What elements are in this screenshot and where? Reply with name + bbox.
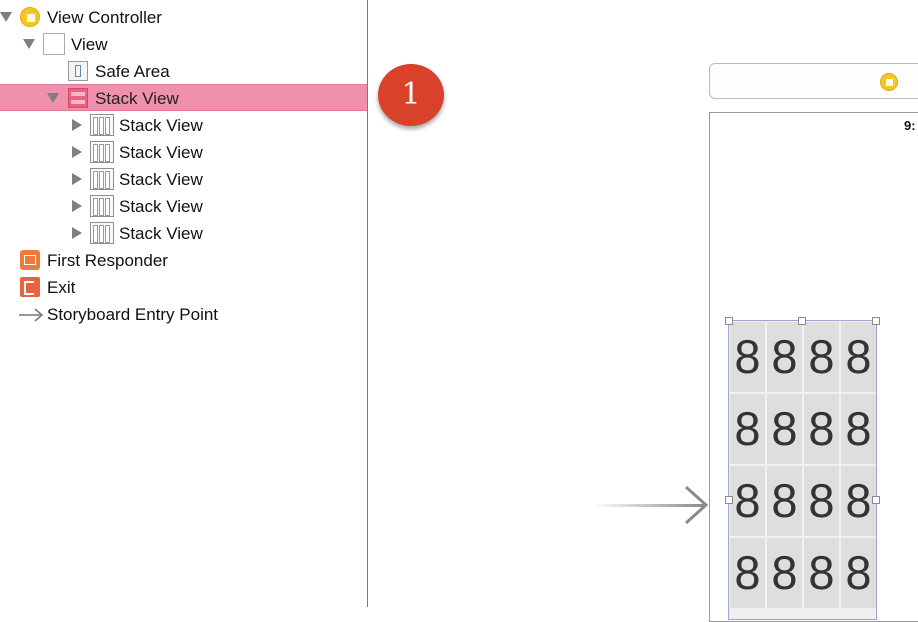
digit-label[interactable]: 8 xyxy=(804,394,839,464)
digit-label[interactable]: 8 xyxy=(767,322,802,392)
outline-row-stack-view-selected[interactable]: Stack View xyxy=(0,84,367,111)
digit-label[interactable]: 8 xyxy=(841,466,876,536)
resize-handle-top-center[interactable] xyxy=(798,317,806,325)
outline-row-stack-view[interactable]: Stack View xyxy=(0,193,367,220)
resize-handle-middle-left[interactable] xyxy=(725,496,733,504)
digit-label[interactable]: 8 xyxy=(730,322,765,392)
outline-item-label: Storyboard Entry Point xyxy=(47,305,219,324)
horizontal-stack-icon xyxy=(68,88,88,108)
digit-label[interactable]: 8 xyxy=(767,538,802,608)
outline-row-stack-view[interactable]: Stack View xyxy=(0,166,367,193)
resize-handle-top-right[interactable] xyxy=(872,317,880,325)
outline-item-label: Safe Area xyxy=(95,62,170,81)
disclosure-collapsed-icon[interactable] xyxy=(72,119,82,131)
vertical-stack-icon xyxy=(90,168,114,190)
outline-item-label: View Controller xyxy=(47,8,162,27)
exit-icon xyxy=(20,277,40,297)
vertical-stack-icon xyxy=(90,222,114,244)
outline-item-label: First Responder xyxy=(47,251,168,270)
safe-area-icon xyxy=(68,61,88,81)
first-responder-icon xyxy=(20,250,40,270)
resize-handle-top-left[interactable] xyxy=(725,317,733,325)
outline-item-label: Stack View xyxy=(119,197,203,216)
digit-label[interactable]: 8 xyxy=(841,322,876,392)
digit-label[interactable]: 8 xyxy=(804,466,839,536)
disclosure-collapsed-icon[interactable] xyxy=(72,146,82,158)
vertical-stack-icon xyxy=(90,114,114,136)
outline-item-label: Stack View xyxy=(119,143,203,162)
digit-label[interactable]: 8 xyxy=(730,394,765,464)
digit-label[interactable]: 8 xyxy=(804,322,839,392)
outline-item-label: Exit xyxy=(47,278,76,297)
outline-item-label: Stack View xyxy=(95,89,179,108)
disclosure-expanded-icon[interactable] xyxy=(47,93,59,103)
disclosure-collapsed-icon[interactable] xyxy=(72,200,82,212)
view-icon xyxy=(43,33,65,55)
outline-row-view-controller[interactable]: View Controller xyxy=(0,4,367,31)
disclosure-expanded-icon[interactable] xyxy=(23,39,35,49)
outline-row-safe-area[interactable]: Safe Area xyxy=(0,58,367,85)
digit-label[interactable]: 8 xyxy=(841,394,876,464)
digit-label[interactable]: 8 xyxy=(767,466,802,536)
entry-point-arrow-icon xyxy=(19,308,44,322)
status-bar-time: 9: xyxy=(904,118,916,133)
outline-item-label: Stack View xyxy=(119,116,203,135)
outline-row-storyboard-entry-point[interactable]: Storyboard Entry Point xyxy=(0,301,367,328)
outline-row-exit[interactable]: Exit xyxy=(0,274,367,301)
digit-label[interactable]: 8 xyxy=(767,394,802,464)
stack-view-grid[interactable]: 8 8 8 8 8 8 8 8 8 8 8 8 8 8 8 8 xyxy=(728,320,877,620)
outline-row-stack-view[interactable]: Stack View xyxy=(0,112,367,139)
digit-label[interactable]: 8 xyxy=(804,538,839,608)
view-controller-icon xyxy=(20,7,40,27)
view-controller-icon[interactable] xyxy=(880,73,898,91)
disclosure-expanded-icon[interactable] xyxy=(0,12,12,22)
digit-label[interactable]: 8 xyxy=(730,538,765,608)
outline-row-stack-view[interactable]: Stack View xyxy=(0,220,367,247)
resize-handle-middle-right[interactable] xyxy=(872,496,880,504)
outline-row-first-responder[interactable]: First Responder xyxy=(0,247,367,274)
digit-label[interactable]: 8 xyxy=(841,538,876,608)
disclosure-collapsed-icon[interactable] xyxy=(72,173,82,185)
outline-item-label: Stack View xyxy=(119,170,203,189)
outline-row-view[interactable]: View xyxy=(0,31,367,58)
outline-item-label: View xyxy=(71,35,108,54)
storyboard-entry-point-arrow[interactable] xyxy=(592,485,710,525)
outline-item-label: Stack View xyxy=(119,224,203,243)
outline-row-stack-view[interactable]: Stack View xyxy=(0,139,367,166)
digit-label[interactable]: 8 xyxy=(730,466,765,536)
vertical-stack-icon xyxy=(90,141,114,163)
step-number-badge: 1 xyxy=(378,64,444,126)
document-outline: View Controller View Safe Area Stack Vie… xyxy=(0,0,367,607)
vertical-stack-icon xyxy=(90,195,114,217)
disclosure-collapsed-icon[interactable] xyxy=(72,227,82,239)
